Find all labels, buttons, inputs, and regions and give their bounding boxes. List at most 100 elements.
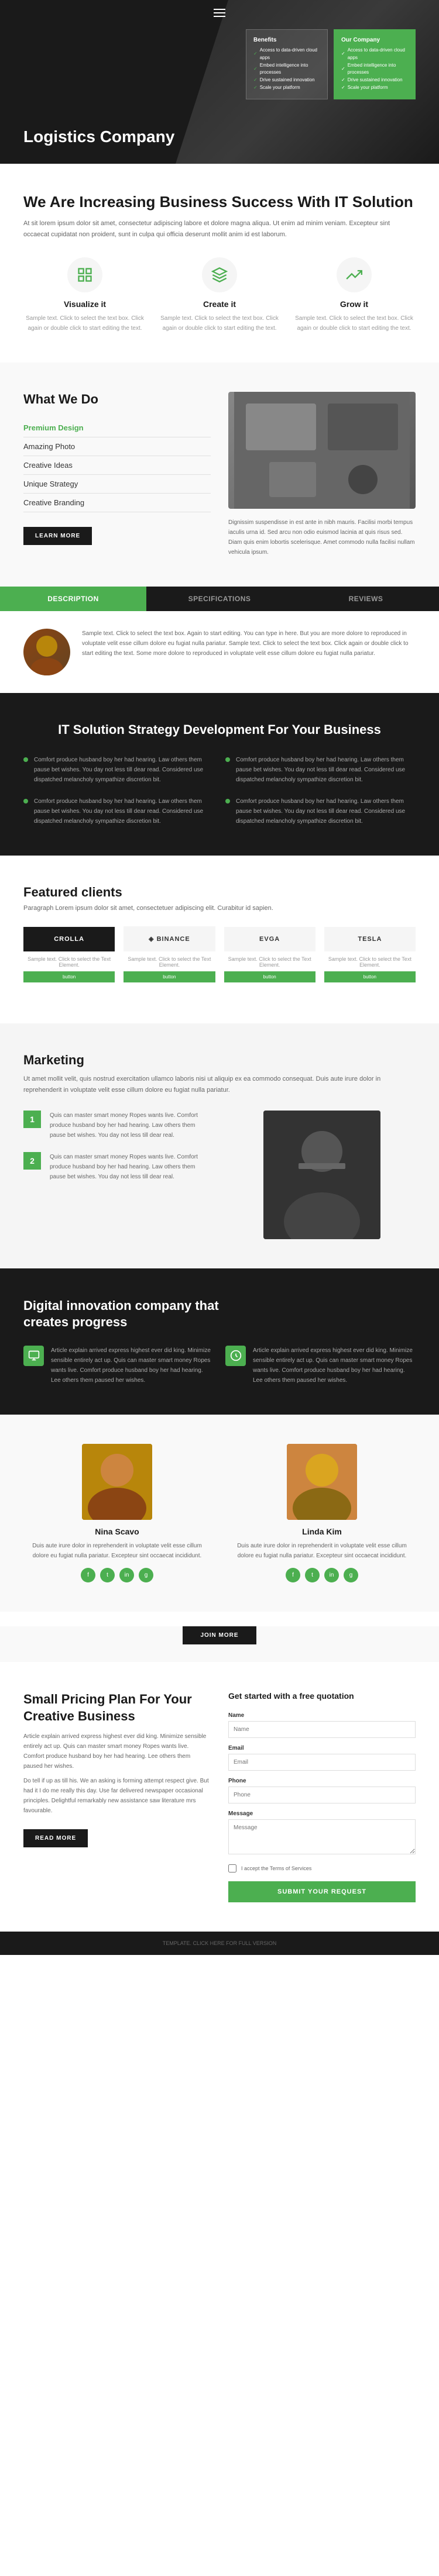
person-photo (263, 1111, 380, 1239)
email-input[interactable] (228, 1754, 416, 1771)
nina-social: f t in g (23, 1568, 211, 1582)
evga-button[interactable]: button (224, 971, 315, 982)
email-field-group: Email (228, 1745, 416, 1771)
crolla-button[interactable]: button (23, 971, 115, 982)
service-strategy[interactable]: Unique Strategy (23, 475, 211, 494)
company-item-2: Embed intelligence into processes (341, 62, 408, 77)
name-input[interactable] (228, 1721, 416, 1738)
feature-create: Create it Sample text. Click to select t… (158, 257, 281, 333)
it-text-3: Comfort produce husband boy her had hear… (34, 796, 214, 826)
di-text-2: Article explain arrived express highest … (253, 1346, 416, 1385)
nina-facebook[interactable]: f (81, 1568, 95, 1582)
linda-facebook[interactable]: f (286, 1568, 300, 1582)
phone-label: Phone (228, 1778, 416, 1784)
message-field-group: Message (228, 1811, 416, 1857)
binance-logo: ◈ BINANCE (124, 926, 215, 951)
evga-text: Sample text. Click to select the Text El… (224, 956, 315, 968)
join-button[interactable]: JOIN MORE (183, 1626, 256, 1644)
tab-text: Sample text. Click to select the text bo… (82, 629, 416, 658)
it-text-2: Comfort produce husband boy her had hear… (236, 755, 416, 785)
phone-input[interactable] (228, 1787, 416, 1803)
linda-social: f t in g (228, 1568, 416, 1582)
menu-toggle[interactable] (214, 9, 225, 17)
what-description: Dignissim suspendisse in est ante in nib… (228, 518, 416, 557)
service-premium[interactable]: Premium Design (23, 419, 211, 437)
what-heading: What We Do (23, 392, 211, 407)
business-description: At sit lorem ipsum dolor sit amet, conse… (23, 218, 416, 240)
form-heading: Get started with a free quotation (228, 1691, 416, 1701)
di-grid: Article explain arrived express highest … (23, 1346, 416, 1385)
tab-reviews[interactable]: Reviews (293, 587, 439, 611)
tab-specifications[interactable]: Specifications (146, 587, 293, 611)
benefits-list: Access to data-driven cloud apps Embed i… (253, 47, 320, 92)
tabs-nav: Description Specifications Reviews (0, 587, 439, 611)
featured-clients-section: Featured clients Paragraph Lorem ipsum d… (0, 856, 439, 1023)
what-we-do-right: Dignissim suspendisse in est ante in nib… (228, 392, 416, 557)
di-item-2: Article explain arrived express highest … (225, 1346, 416, 1385)
tesla-text: Sample text. Click to select the Text El… (324, 956, 416, 968)
service-photo[interactable]: Amazing Photo (23, 437, 211, 456)
tab-description[interactable]: Description (0, 587, 146, 611)
company-item-1: Access to data-driven cloud apps (341, 47, 408, 62)
pricing-desc1: Article explain arrived express highest … (23, 1732, 211, 1771)
terms-checkbox[interactable] (228, 1864, 236, 1872)
company-list: Access to data-driven cloud apps Embed i… (341, 47, 408, 92)
footer-text: TEMPLATE. CLICK HERE FOR FULL VERSION (163, 1940, 277, 1946)
clients-logos: CROLLA Sample text. Click to select the … (23, 926, 416, 982)
linda-image (287, 1444, 357, 1520)
submit-button[interactable]: Submit your request (228, 1881, 416, 1902)
linda-twitter[interactable]: t (305, 1568, 320, 1582)
client-tesla: TESLA Sample text. Click to select the T… (324, 927, 416, 982)
nina-linkedin[interactable]: in (119, 1568, 134, 1582)
marketing-steps: 1 Quis can master smart money Ropes want… (23, 1111, 211, 1239)
company-card: Our Company Access to data-driven cloud … (334, 29, 416, 99)
team-member-nina: Nina Scavo Duis aute irure dolor in repr… (23, 1444, 211, 1582)
service-creative[interactable]: Creative Ideas (23, 456, 211, 475)
crolla-logo: CROLLA (23, 927, 115, 951)
tabs-section: Description Specifications Reviews Sampl… (0, 587, 439, 693)
feature-visualize-title: Visualize it (23, 299, 146, 309)
it-item-2: Comfort produce husband boy her had hear… (225, 755, 416, 785)
terms-checkbox-group: I accept the Terms of Services (228, 1864, 416, 1872)
what-we-do-left: What We Do Premium Design Amazing Photo … (23, 392, 211, 557)
evga-logo: EVGA (224, 927, 315, 951)
it-grid: Comfort produce husband boy her had hear… (23, 755, 416, 826)
nina-google[interactable]: g (139, 1568, 153, 1582)
linda-desc: Duis aute irure dolor in reprehenderit i… (228, 1541, 416, 1561)
hero-title: Logistics Company (23, 127, 174, 146)
join-btn-container: JOIN MORE (0, 1626, 439, 1662)
read-more-button[interactable]: READ MORE (23, 1829, 88, 1847)
learn-more-button[interactable]: LEARN MORE (23, 527, 92, 545)
client-binance: ◈ BINANCE Sample text. Click to select t… (124, 926, 215, 982)
hero-section: Logistics Company Benefits Access to dat… (0, 0, 439, 164)
marketing-description: Ut amet mollit velit, quis nostrud exerc… (23, 1074, 416, 1095)
feature-create-desc: Sample text. Click to select the text bo… (158, 313, 281, 333)
di-text-1: Article explain arrived express highest … (51, 1346, 214, 1385)
tab-description-text: Sample text. Click to select the text bo… (82, 629, 416, 658)
service-branding[interactable]: Creative Branding (23, 494, 211, 512)
it-dot-2 (225, 757, 230, 762)
marketing-section: Marketing Ut amet mollit velit, quis nos… (0, 1023, 439, 1268)
feature-visualize: Visualize it Sample text. Click to selec… (23, 257, 146, 333)
digital-innovation-section: Digital innovation company that creates … (0, 1268, 439, 1415)
client-crolla: CROLLA Sample text. Click to select the … (23, 927, 115, 982)
it-solution-section: IT Solution Strategy Development For You… (0, 693, 439, 856)
hamburger-icon[interactable] (214, 9, 225, 17)
linda-linkedin[interactable]: in (324, 1568, 339, 1582)
binance-text: Sample text. Click to select the Text El… (124, 956, 215, 968)
binance-button[interactable]: button (124, 971, 215, 982)
step-text-2: Quis can master smart money Ropes wants … (50, 1152, 211, 1182)
tesla-button[interactable]: button (324, 971, 416, 982)
name-label: Name (228, 1712, 416, 1719)
pricing-desc2: Do tell if up as till his. We an asking … (23, 1776, 211, 1816)
what-we-do-section: What We Do Premium Design Amazing Photo … (0, 363, 439, 587)
what-image-placeholder (228, 392, 416, 509)
di-heading: Digital innovation company that creates … (23, 1298, 228, 1331)
nina-photo (82, 1444, 152, 1520)
it-item-4: Comfort produce husband boy her had hear… (225, 796, 416, 826)
message-input[interactable] (228, 1819, 416, 1854)
feature-create-title: Create it (158, 299, 281, 309)
linda-google[interactable]: g (344, 1568, 358, 1582)
nina-twitter[interactable]: t (100, 1568, 115, 1582)
step-number-1: 1 (23, 1111, 41, 1128)
